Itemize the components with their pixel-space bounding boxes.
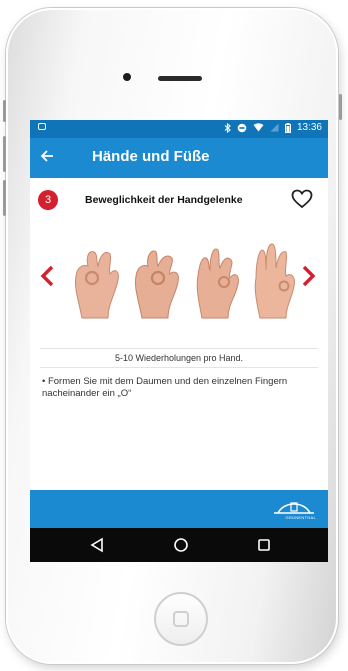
hand-image-4: [254, 243, 295, 319]
nav-back-icon[interactable]: [90, 537, 104, 553]
exercise-image-gallery: [30, 220, 328, 344]
grunenthal-logo: [274, 502, 314, 514]
exercise-header: 3 Beweglichkeit der Handgelenke: [30, 178, 328, 221]
chevron-right-icon[interactable]: [302, 265, 316, 287]
earpiece: [158, 76, 202, 81]
volume-down-button: [3, 180, 6, 216]
status-bar: 13:36: [30, 120, 328, 138]
back-arrow-icon[interactable]: [40, 146, 54, 168]
exercise-title: Beweglichkeit der Handgelenke: [85, 194, 243, 206]
page-title: Hände und Füße: [92, 148, 210, 165]
dnd-icon: [237, 123, 247, 132]
nav-recents-icon[interactable]: [257, 537, 271, 553]
bluetooth-icon: [224, 122, 231, 133]
heart-icon[interactable]: [291, 189, 313, 209]
notification-icon: [38, 123, 46, 130]
hand-image-3: [196, 248, 239, 319]
front-camera: [123, 73, 131, 81]
app-screen: 13:36 Hände und Füße 3 Beweglichkeit der…: [30, 120, 328, 562]
status-time: 13:36: [296, 122, 322, 133]
hand-image-1: [75, 251, 119, 319]
hand-image-2: [135, 250, 179, 319]
repetitions-caption: 5-10 Wiederholungen pro Hand.: [114, 353, 244, 363]
signal-icon: [270, 123, 279, 132]
wifi-icon: [253, 123, 264, 132]
caption-divider-bottom: [40, 367, 318, 368]
logo-text: GRÜNENTHAL: [285, 515, 316, 520]
volume-button: [3, 100, 6, 122]
caption-divider-top: [40, 348, 318, 349]
chevron-left-icon[interactable]: [40, 265, 54, 287]
exercise-number-badge: 3: [38, 190, 58, 210]
app-bar: Hände und Füße: [30, 138, 328, 178]
home-button[interactable]: [154, 592, 208, 646]
volume-up-button: [3, 136, 6, 172]
footer-bar: GRÜNENTHAL: [30, 490, 328, 528]
exercise-description: • Formen Sie mit dem Daumen und den einz…: [42, 376, 288, 399]
battery-icon: [284, 122, 291, 133]
nav-home-icon[interactable]: [173, 537, 189, 553]
android-nav-bar: [30, 528, 328, 562]
power-button: [339, 94, 342, 120]
